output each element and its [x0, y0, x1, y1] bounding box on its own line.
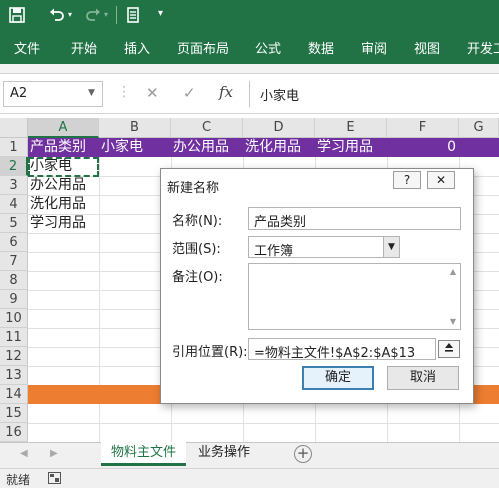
status-ready: 就绪 — [6, 473, 31, 487]
column-header-g[interactable]: G — [459, 118, 499, 138]
row-header-12[interactable]: 12 — [0, 347, 28, 366]
tab-developer[interactable]: 开发工 — [467, 38, 499, 57]
row-header-13[interactable]: 13 — [0, 366, 28, 385]
enter-formula-icon[interactable]: ✓ — [183, 84, 196, 102]
scope-dropdown-icon[interactable]: ▼ — [383, 237, 399, 257]
comment-label: 备注(O): — [172, 270, 223, 285]
macro-record-icon[interactable] — [48, 472, 61, 488]
undo-icon[interactable] — [46, 4, 68, 26]
row-header-7[interactable]: 7 — [0, 252, 28, 271]
status-bar — [0, 468, 499, 488]
tab-formulas[interactable]: 公式 — [255, 38, 281, 57]
scope-label: 范围(S): — [172, 242, 221, 257]
tab-review[interactable]: 审阅 — [361, 38, 387, 57]
column-header-a[interactable]: A — [28, 118, 99, 138]
cell-d1[interactable]: 洗化用品 — [243, 138, 301, 157]
select-all-corner[interactable] — [0, 118, 28, 138]
insert-function-icon[interactable]: fx — [219, 83, 233, 101]
row-header-10[interactable]: 10 — [0, 309, 28, 328]
cell-a4[interactable]: 洗化用品 — [28, 195, 86, 214]
column-header-e[interactable]: E — [315, 118, 387, 138]
name-field[interactable]: 产品类别 — [248, 207, 461, 230]
tab-file[interactable]: 文件 — [14, 38, 40, 57]
undo-dropdown-icon[interactable]: ▾ — [68, 10, 72, 19]
qat-separator — [116, 6, 117, 24]
cell-e1[interactable]: 学习用品 — [315, 138, 373, 157]
column-header-c[interactable]: C — [171, 118, 243, 138]
refers-to-field[interactable]: =物料主文件!$A$2:$A$13 — [248, 338, 436, 361]
gridline — [28, 423, 499, 424]
tab-data[interactable]: 数据 — [308, 38, 334, 57]
tab-page-layout[interactable]: 页面布局 — [177, 38, 229, 57]
redo-dropdown-icon[interactable]: ▾ — [104, 10, 108, 19]
comment-field[interactable] — [248, 263, 461, 330]
row-header-14[interactable]: 14 — [0, 385, 28, 404]
tab-view[interactable]: 视图 — [414, 38, 440, 57]
sheet-tab-material-master[interactable]: 物料主文件 — [101, 442, 187, 466]
row-header-11[interactable]: 11 — [0, 328, 28, 347]
column-header-b[interactable]: B — [99, 118, 171, 138]
cell-a5[interactable]: 学习用品 — [28, 214, 86, 233]
cell-a3[interactable]: 办公用品 — [28, 176, 86, 195]
row-header-6[interactable]: 6 — [0, 233, 28, 252]
name-label: 名称(N): — [172, 214, 223, 229]
row-header-8[interactable]: 8 — [0, 271, 28, 290]
scope-select[interactable]: 工作簿 — [248, 236, 400, 259]
cell-c1[interactable]: 办公用品 — [171, 138, 229, 157]
redo-icon[interactable] — [82, 4, 104, 26]
prev-sheet-icon[interactable]: ◀ — [20, 448, 28, 459]
formula-bar-grip-icon: ⋮ — [117, 84, 131, 100]
tab-home[interactable]: 开始 — [71, 38, 97, 57]
refers-to-label: 引用位置(R): — [172, 345, 248, 360]
column-header-d[interactable]: D — [243, 118, 315, 138]
name-box-dropdown-icon[interactable]: ▼ — [88, 88, 95, 98]
row-header-2[interactable]: 2 — [0, 157, 28, 176]
formula-input[interactable]: 小家电 — [249, 81, 499, 107]
tab-insert[interactable]: 插入 — [124, 38, 150, 57]
cell-f1[interactable]: 0 — [387, 138, 459, 157]
scroll-down-icon[interactable]: ▼ — [447, 317, 459, 326]
customize-icon[interactable]: ▾ — [158, 8, 163, 19]
ok-button[interactable]: 确定 — [302, 366, 374, 390]
close-button[interactable]: ✕ — [427, 171, 455, 189]
sheet-tab-business-ops[interactable]: 业务操作 — [188, 442, 260, 466]
ribbon-collapsed-area — [0, 64, 499, 74]
cancel-formula-icon[interactable]: ✕ — [146, 84, 159, 102]
row-header-3[interactable]: 3 — [0, 176, 28, 195]
save-icon[interactable] — [6, 4, 28, 26]
touch-mode-icon[interactable] — [122, 4, 144, 26]
cell-a1[interactable]: 产品类别 — [28, 138, 86, 157]
row-header-5[interactable]: 5 — [0, 214, 28, 233]
row-header-1[interactable]: 1 — [0, 138, 28, 157]
column-header-f[interactable]: F — [387, 118, 459, 138]
selected-cell-marquee — [28, 157, 99, 177]
collapse-dialog-icon[interactable] — [438, 340, 460, 358]
row-header-4[interactable]: 4 — [0, 195, 28, 214]
title-bar — [0, 0, 499, 30]
next-sheet-icon[interactable]: ▶ — [50, 448, 58, 459]
row-header-16[interactable]: 16 — [0, 423, 28, 442]
add-sheet-icon[interactable]: + — [294, 445, 312, 463]
help-button[interactable]: ? — [393, 171, 421, 189]
row-header-15[interactable]: 15 — [0, 404, 28, 423]
row-header-9[interactable]: 9 — [0, 290, 28, 309]
scroll-up-icon[interactable]: ▲ — [447, 267, 459, 276]
cell-b1[interactable]: 小家电 — [99, 138, 143, 157]
dialog-title: 新建名称 — [167, 181, 220, 196]
cancel-button[interactable]: 取消 — [387, 366, 459, 390]
